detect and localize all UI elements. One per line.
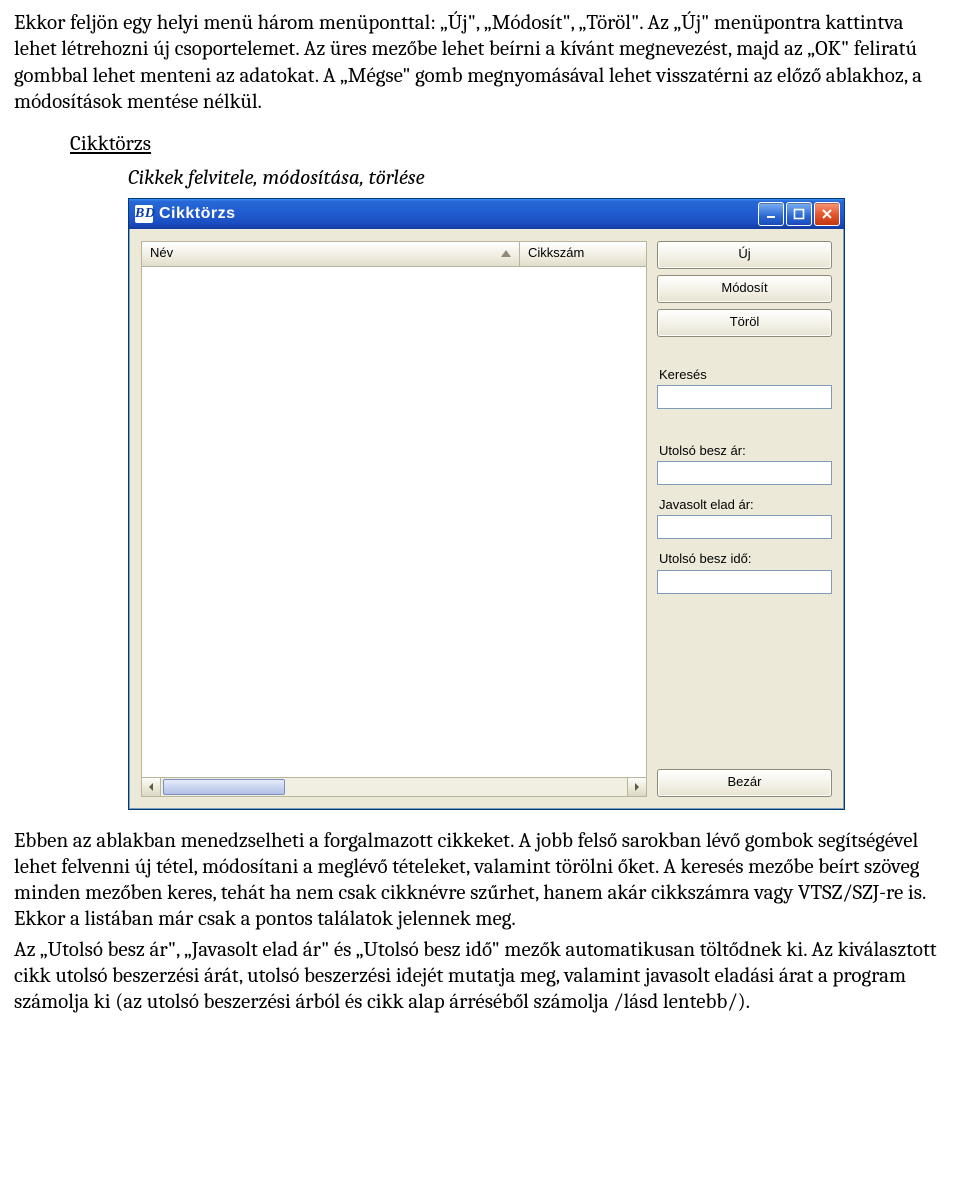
horizontal-scrollbar[interactable] (141, 778, 647, 797)
section-title: Cikktörzs (70, 131, 946, 157)
side-panel: Új Módosít Töröl Keresés Utolsó besz ár:… (657, 241, 832, 797)
maximize-button[interactable] (786, 202, 812, 226)
suggested-sale-price-label: Javasolt elad ár: (659, 497, 832, 513)
grid-body[interactable] (141, 267, 647, 778)
sort-ascending-icon (501, 250, 511, 257)
explain-paragraph-2: Az „Utolsó besz ár", „Javasolt elad ár" … (14, 937, 946, 1016)
scroll-thumb[interactable] (163, 779, 285, 795)
edit-button[interactable]: Módosít (657, 275, 832, 303)
explain-paragraph-1: Ebben az ablakban menedzselheti a forgal… (14, 828, 946, 933)
column-header-cikkszam-label: Cikkszám (528, 245, 584, 260)
cikktorzs-window: BD Cikktörzs Név Cikkszám (128, 198, 845, 810)
minimize-button[interactable] (758, 202, 784, 226)
window-title: Cikktörzs (159, 204, 758, 224)
last-purchase-time-field[interactable] (657, 570, 832, 594)
search-label: Keresés (659, 367, 832, 383)
subsection-title: Cikkek felvitele, módosítása, törlése (128, 165, 946, 191)
column-header-cikkszam[interactable]: Cikkszám (520, 242, 647, 266)
column-header-nev[interactable]: Név (142, 242, 520, 266)
last-purchase-time-label: Utolsó besz idő: (659, 551, 832, 567)
last-purchase-price-label: Utolsó besz ár: (659, 443, 832, 459)
search-input[interactable] (657, 385, 832, 409)
items-grid[interactable]: Név Cikkszám (141, 241, 647, 797)
intro-paragraph: Ekkor feljön egy helyi menü három menüpo… (14, 10, 946, 115)
column-header-nev-label: Név (150, 245, 173, 260)
scroll-left-button[interactable] (142, 778, 161, 796)
new-button[interactable]: Új (657, 241, 832, 269)
grid-header[interactable]: Név Cikkszám (141, 241, 647, 267)
close-window-button[interactable]: Bezár (657, 769, 832, 797)
suggested-sale-price-field[interactable] (657, 515, 832, 539)
window-titlebar[interactable]: BD Cikktörzs (129, 199, 844, 229)
scroll-right-button[interactable] (627, 778, 646, 796)
scroll-track[interactable] (161, 778, 627, 796)
app-icon: BD (135, 205, 153, 223)
close-button[interactable] (814, 202, 840, 226)
last-purchase-price-field[interactable] (657, 461, 832, 485)
delete-button[interactable]: Töröl (657, 309, 832, 337)
